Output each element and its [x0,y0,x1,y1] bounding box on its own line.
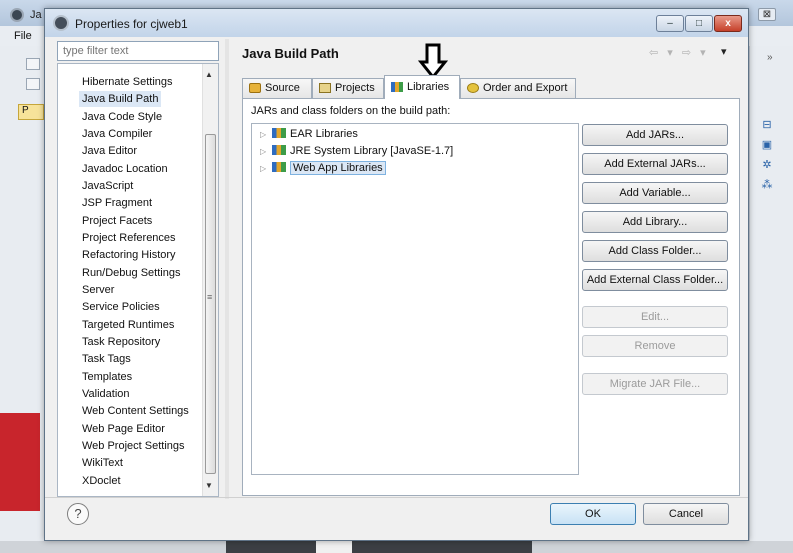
maximize-button[interactable]: □ [685,15,713,32]
projects-icon [319,83,331,93]
eclipse-title-fragment: Ja [30,9,42,21]
category-item[interactable]: JavaScript [82,178,133,194]
tab-libraries[interactable]: Libraries [384,75,460,99]
package-explorer-tab[interactable]: P [18,104,44,120]
category-item[interactable]: Javadoc Location [82,161,168,177]
category-item[interactable]: Project References [82,230,176,246]
library-label: EAR Libraries [290,128,358,140]
taskbar-media-controls [226,541,532,553]
build-path-tree: ▷ EAR Libraries ▷ JRE System Library [Java… [251,123,579,475]
library-entry[interactable]: ▷ JRE System Library [JavaSE-1.7] [260,143,453,159]
outline-view-icon[interactable]: ▣ [760,138,774,152]
add-external-class-folder-button[interactable]: Add External Class Folder... [582,269,728,291]
background-red-graphic [0,413,40,511]
tab-source[interactable]: Source [242,78,312,98]
category-scrollbar[interactable]: ▲ ≡ ▼ [202,64,218,496]
expand-icon[interactable]: ▷ [260,161,270,177]
properties-dialog: Properties for cjweb1 – □ x Hibernate Se… [44,8,749,541]
category-item[interactable]: Run/Debug Settings [82,265,180,281]
scroll-down-icon[interactable]: ▼ [205,481,213,490]
eclipse-close-icon[interactable]: ⊠ [758,8,776,21]
edit-button[interactable]: Edit... [582,306,728,328]
close-button[interactable]: x [714,15,742,32]
library-entry-selected[interactable]: ▷ Web App Libraries [260,160,386,176]
expand-icon[interactable]: ▷ [260,144,270,160]
category-item[interactable]: Refactoring History [82,247,176,263]
restore-view-icon[interactable]: ⊟ [760,118,774,132]
view-menu-icon[interactable]: ▾ [721,45,727,58]
category-item[interactable]: Validation [82,386,130,402]
library-entry[interactable]: ▷ EAR Libraries [260,126,358,142]
category-item[interactable]: JSP Fragment [82,195,152,211]
category-item[interactable]: Targeted Runtimes [82,317,174,333]
eclipse-app-icon [10,8,24,22]
order-export-icon [467,83,479,93]
category-item[interactable]: Hibernate Settings [82,74,173,90]
open-icon[interactable] [26,78,40,90]
library-icon [272,128,286,138]
category-item[interactable]: Project Facets [82,213,152,229]
category-item[interactable]: Web Content Settings [82,403,189,419]
dialog-titlebar: Properties for cjweb1 – □ x [45,9,748,37]
category-item-selected[interactable]: Java Build Path [79,91,162,107]
category-item[interactable]: Web Page Editor [82,421,165,437]
new-icon[interactable] [26,58,40,70]
remove-button[interactable]: Remove [582,335,728,357]
category-item[interactable]: Templates [82,369,132,385]
category-item[interactable]: Java Editor [82,143,137,159]
footer-separator [45,497,748,498]
scroll-thumb[interactable] [205,134,216,474]
category-item[interactable]: Java Compiler [82,126,152,142]
add-jars-button[interactable]: Add JARs... [582,124,728,146]
tab-label: Order and Export [483,82,568,94]
expand-icon[interactable]: ▷ [260,127,270,143]
tab-label: Source [265,82,300,94]
scroll-up-icon[interactable]: ▲ [205,70,213,79]
source-folder-icon [249,83,261,93]
build-path-label: JARs and class folders on the build path… [251,105,451,117]
add-class-folder-button[interactable]: Add Class Folder... [582,240,728,262]
taskbar-item[interactable] [316,541,352,553]
category-item[interactable]: Java Code Style [82,109,162,125]
task-list-icon[interactable]: ✲ [760,158,774,172]
add-variable-button[interactable]: Add Variable... [582,182,728,204]
add-external-jars-button[interactable]: Add External JARs... [582,153,728,175]
category-item[interactable]: Service Policies [82,299,160,315]
libraries-icon [391,82,403,92]
help-icon[interactable]: ? [67,503,89,525]
library-icon [272,162,286,172]
add-library-button[interactable]: Add Library... [582,211,728,233]
library-icon [272,145,286,155]
dialog-title: Properties for cjweb1 [75,17,188,31]
library-label: JRE System Library [JavaSE-1.7] [290,145,454,157]
splitter-sash[interactable] [225,39,229,499]
filter-input[interactable] [57,41,219,61]
tab-order-and-export[interactable]: Order and Export [460,78,576,98]
category-item[interactable]: Web Project Settings [82,438,185,454]
property-category-tree: Hibernate Settings Java Build Path Java … [57,63,219,497]
category-item[interactable]: WikiText [82,455,123,471]
minimize-button[interactable]: – [656,15,684,32]
tab-label: Projects [335,82,375,94]
category-item[interactable]: Task Repository [82,334,160,350]
eclipse-logo-icon [53,15,69,31]
palette-icon[interactable]: ⁂ [760,178,774,192]
library-label: Web App Libraries [290,161,386,175]
category-item[interactable]: Server [82,282,114,298]
tab-label: Libraries [407,81,450,93]
scroll-grip-icon: ≡ [207,292,213,302]
category-item[interactable]: Task Tags [82,351,131,367]
more-views-chevron-icon[interactable]: » [767,52,773,63]
tab-projects[interactable]: Projects [312,78,384,98]
ok-button[interactable]: OK [550,503,636,525]
cancel-button[interactable]: Cancel [643,503,729,525]
page-title: Java Build Path [242,46,339,61]
category-item[interactable]: XDoclet [82,473,121,489]
migrate-jar-button[interactable]: Migrate JAR File... [582,373,728,395]
menu-file[interactable]: File [14,30,32,42]
history-navigation-icon[interactable]: ⇦ ▾ ⇨ ▾ [649,46,709,59]
